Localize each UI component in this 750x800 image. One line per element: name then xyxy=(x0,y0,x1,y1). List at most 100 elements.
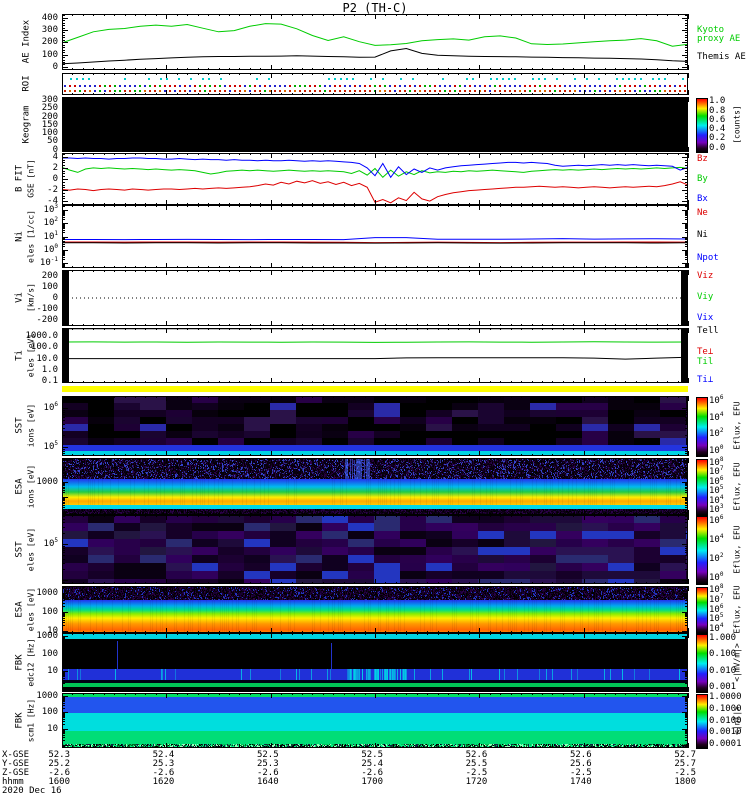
panel-axes xyxy=(62,14,689,70)
ytick-label-bfit: 0 xyxy=(52,174,58,184)
axis-column-1700: 52.5 25.4 -2.6 1700 xyxy=(361,750,383,787)
colorbar-tick-keogram: 0.2 xyxy=(709,133,726,144)
panel-sst_eles xyxy=(62,515,689,584)
colorbar-sst_eles xyxy=(696,516,708,585)
ytick-label-esa_eles: 100 xyxy=(41,606,58,617)
ytick-label-ni: 102 xyxy=(43,216,58,229)
ytick-label-vi: 200 xyxy=(41,271,58,282)
ytick-label-fbk_edc12: 1000 xyxy=(36,631,58,642)
heatmap-canvas-sst_ions xyxy=(62,396,688,456)
date-label: 2020 Dec 16 xyxy=(2,786,62,796)
ytick-label-vi: 0 xyxy=(52,293,58,303)
heatmap-canvas-sst_eles xyxy=(62,515,688,584)
ytick-label-ae: 200 xyxy=(41,37,58,48)
ytick-label-vi: -100 xyxy=(36,303,58,314)
heatmap-canvas-fbk_scm1 xyxy=(62,693,688,748)
colorbar-tick-sst_ions: 102 xyxy=(709,427,724,440)
ytick-label-ae: 0 xyxy=(52,61,58,72)
panel-fbk_scm1 xyxy=(62,693,689,748)
page-title: P2 (TH-C) xyxy=(342,1,408,15)
trace-label-Bz: Bz xyxy=(697,154,708,165)
trace-label-Ni: Ni xyxy=(697,230,708,241)
ytick-label-vi: 100 xyxy=(41,282,58,293)
trace-label-Viz: Viz xyxy=(697,270,714,281)
ytick-label-fbk_edc12: 100 xyxy=(41,648,58,659)
ytick-label-ni: 101 xyxy=(43,229,58,242)
colorbar-tick-sst_ions: 106 xyxy=(709,393,724,406)
axis-column-1800: 52.7 25.7 -2.5 1800 xyxy=(674,750,696,787)
roi-flags-canvas xyxy=(62,73,688,95)
trace-label-Npot: Npot xyxy=(697,252,719,263)
ytick-label-ae: 100 xyxy=(41,49,58,60)
line-chart-ni xyxy=(62,237,689,244)
colorbar-keogram xyxy=(696,98,708,153)
trace-label-Bx: Bx xyxy=(697,193,708,204)
panel-bfit xyxy=(61,153,689,205)
panel-axes xyxy=(62,270,689,326)
axis-column-1600: 52.3 25.2 -2.6 1600 xyxy=(48,750,70,787)
bar-ybar xyxy=(62,386,688,392)
colorbar-sst_ions xyxy=(696,397,708,457)
panel-ni xyxy=(62,205,689,268)
panel-vi xyxy=(62,270,689,326)
colorbar-esa_ions xyxy=(696,459,708,516)
ytick-label-esa_ions: 1000 xyxy=(36,477,58,487)
line-chart-vi xyxy=(62,270,688,326)
ytick-label-bfit: 2 xyxy=(52,162,58,173)
ytick-label-sst_eles: 105 xyxy=(43,537,58,550)
ytick-label-t: 100.0 xyxy=(30,342,58,353)
ytick-label-sst_ions: 105 xyxy=(43,440,58,453)
ytick-label-vi: -200 xyxy=(36,314,58,325)
ytick-label-fbk_scm1: 100 xyxy=(41,707,58,718)
line-chart-t xyxy=(61,328,689,383)
panel-esa_eles xyxy=(62,586,689,633)
heatmap-canvas-esa_eles xyxy=(62,586,688,633)
colorbar-tick-sst_eles: 106 xyxy=(709,513,724,526)
colorbar-unit-fbk_scm1: <|nT|> xyxy=(732,705,742,735)
panel-ae xyxy=(61,14,689,70)
themis-overview-plot: P2 (TH-C) AE Index 400 300 200 100 0 Kyoto prox… xyxy=(0,0,750,800)
panel-axes xyxy=(62,205,689,268)
trace-label-By: By xyxy=(697,174,708,184)
ytick-label-esa_eles: 1000 xyxy=(36,587,58,598)
axis-column-1720: 52.6 25.5 -2.5 1720 xyxy=(465,750,488,787)
panel-esa_ions xyxy=(62,458,689,515)
ytick-label-fbk_scm1: 10 xyxy=(47,723,58,734)
trace-label-Kyoto: Kyoto proxy AE xyxy=(697,24,741,44)
line-chart-ae xyxy=(61,23,689,65)
colorbar-esa_eles xyxy=(696,587,708,634)
panel-axes xyxy=(62,328,689,383)
ytick-label-fbk_scm1: 1000 xyxy=(36,691,58,702)
ytick-label-ae: 400 xyxy=(41,12,58,23)
axis-column-1740: 52.6 25.6 -2.5 1740 xyxy=(569,750,592,787)
colorbar-tick-sst_eles: 102 xyxy=(709,552,724,565)
ytick-label-fbk_edc12: 10 xyxy=(47,666,58,677)
colorbar-tick-sst_eles: 104 xyxy=(709,532,724,545)
panel-axes xyxy=(62,153,689,205)
panel-fbk_edc12 xyxy=(62,633,689,692)
trace-label-Ti: Ti⊥ xyxy=(697,375,714,386)
panel-t xyxy=(61,328,689,383)
ytick-label-ni: 103 xyxy=(43,202,58,215)
axis-column-1620: 52.4 25.3 -2.6 1620 xyxy=(152,750,175,787)
ytick-label-t: 1.0 xyxy=(41,364,58,375)
ytick-label-bfit: -2 xyxy=(47,185,58,196)
line-chart-bfit xyxy=(61,157,689,204)
heatmap-canvas-esa_ions xyxy=(62,458,688,515)
ytick-label-ae: 300 xyxy=(41,25,58,35)
ytick-label-ni: 10-1 xyxy=(39,256,58,269)
ytick-label-ni: 100 xyxy=(43,242,58,255)
axis-column-1640: 52.5 25.3 -2.6 1640 xyxy=(256,750,279,787)
heatmap-canvas-keogram xyxy=(62,97,688,152)
colorbar-fbk_edc12 xyxy=(696,634,708,693)
heatmap-canvas-fbk_edc12 xyxy=(62,633,688,692)
trace-label-Ne: Ne xyxy=(697,207,708,218)
ytick-label-t: 1000.0 xyxy=(25,330,58,341)
panel-sst_ions xyxy=(62,396,689,456)
colorbar-unit-keogram: [counts] xyxy=(732,104,742,144)
colorbar-tick-keogram: 0.0 xyxy=(709,142,726,153)
colorbar-tick-sst_ions: 104 xyxy=(709,410,724,423)
panel-roi xyxy=(62,73,689,95)
trace-label-Til: Til xyxy=(697,357,714,368)
colorbar-fbk_scm1 xyxy=(696,694,708,749)
